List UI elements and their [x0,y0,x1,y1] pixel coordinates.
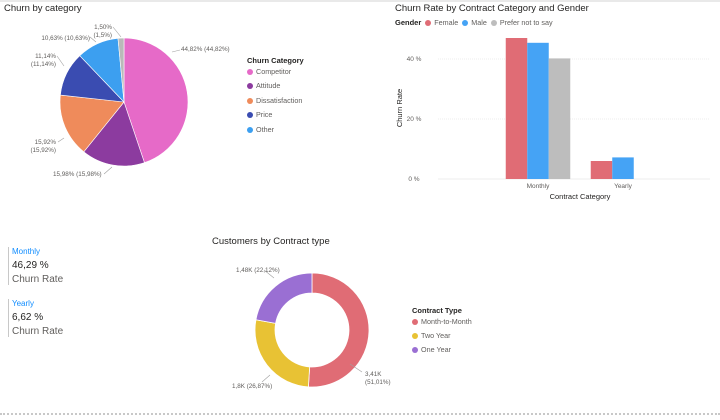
y-tick-label: 40 % [407,56,422,63]
pie-leader-line [103,166,113,175]
legend-dot-icon [247,97,253,104]
card-label: Churn Rate [12,326,64,337]
bar-monthly-prefer-not-to-say[interactable] [548,58,571,179]
y-axis-label: Churn Rate [395,89,404,127]
donut-data-label: 1,48K (22,12%) [236,267,280,274]
pie-data-label: 10,63% (10,63%) [41,35,90,42]
donut-legend-title: Contract Type [412,306,462,315]
bottom-border [0,413,720,415]
card-category: Monthly [12,247,41,256]
donut-slice-two-year[interactable] [254,319,311,388]
legend-dot-icon [247,111,253,118]
donut-slice-one-year[interactable] [255,272,313,324]
donut-data-label: (51,01%) [365,379,391,386]
pie-leader-line [171,49,181,53]
legend-dot-icon [247,68,253,75]
pie-leader-line [112,26,122,38]
legend-dot-icon [247,126,253,133]
pie-legend-item-competitor[interactable]: Competitor [247,67,291,76]
card-category: Yearly [12,299,34,308]
churn-rate-by-contract-visual[interactable]: Churn Rate by Contract Category and Gend… [380,0,720,210]
pie-legend-item-other[interactable]: Other [247,125,274,134]
pie-data-label: 15,92% [35,139,57,146]
pie-data-label: (15,92%) [30,147,56,154]
donut-legend-item-one-year[interactable]: One Year [412,345,451,354]
donut-legend-item-two-year[interactable]: Two Year [412,331,451,340]
yearly-churn-card[interactable]: Yearly 6,62 % Churn Rate [8,299,63,337]
bar-monthly-male[interactable] [527,42,549,179]
bar-yearly-male[interactable] [612,157,634,179]
pie-data-label: 1,50% [94,24,112,31]
x-tick-label: Yearly [614,183,633,190]
x-axis-label: Contract Category [550,192,611,201]
donut-data-label: 1,8K (26,87%) [232,383,272,390]
pie-data-label: (1,5%) [93,32,112,39]
pie-leader-line [57,137,65,143]
legend-dot-icon [247,82,253,89]
donut-leader-line [261,374,271,383]
churn-by-category-visual[interactable]: Churn by category 44,82% (44,82%) 15,98% … [0,0,330,200]
bar-yearly-female[interactable] [590,161,613,179]
donut-data-label: 3,41K [365,371,382,378]
card-label: Churn Rate [12,274,64,285]
pie-legend-item-attitude[interactable]: Attitude [247,81,280,90]
pie-data-label: (11,14%) [31,61,56,68]
legend-dot-icon [412,332,418,339]
donut-legend-item-month-to-month[interactable]: Month-to-Month [412,317,472,326]
donut-slice-month-to-month[interactable] [307,272,370,388]
monthly-churn-card[interactable]: Monthly 46,29 % Churn Rate [8,247,63,285]
x-tick-label: Monthly [527,183,551,190]
card-value: 6,62 % [12,312,44,323]
bar-monthly-female[interactable] [505,38,528,179]
pie-leader-line [56,55,65,67]
pie-legend-item-price[interactable]: Price [247,110,272,119]
contract-type-donut-chart: 3,41K(51,01%) 1,8K (26,87%) 1,48K (22,12%) [232,267,391,390]
pie-legend-title: Churn Category [247,56,304,65]
pie-data-label: 44,82% (44,82%) [181,46,230,53]
legend-dot-icon [412,346,418,353]
pie-data-label: 15,98% (15,98%) [53,171,102,178]
customers-by-contract-visual[interactable]: Customers by Contract type 3,41K (51,01%)… [200,230,520,410]
churn-rate-bar-chart: 0 % 20 % 40 % Churn Rate Monthly YearlyContra… [395,38,710,201]
pie-data-label: 11,14% [35,53,56,60]
card-value: 46,29 % [12,260,49,271]
pie-legend-item-dissatisfaction[interactable]: Dissatisfaction [247,96,302,105]
y-tick-label: 0 % [408,176,419,183]
legend-dot-icon [412,318,418,325]
y-tick-label: 20 % [407,116,422,123]
